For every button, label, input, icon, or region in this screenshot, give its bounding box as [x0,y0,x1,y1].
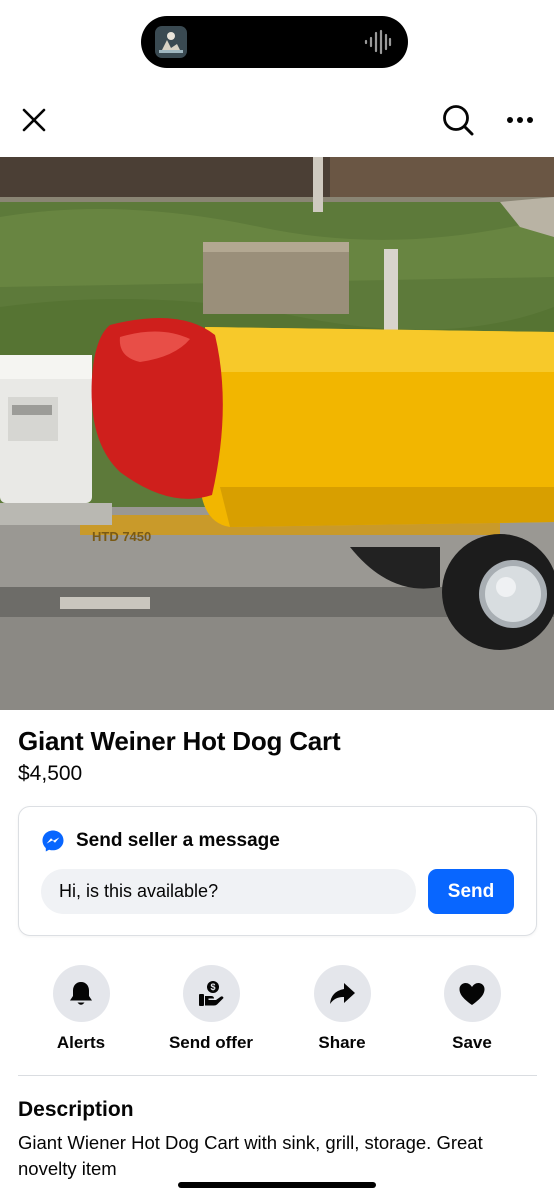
save-circle[interactable] [443,965,501,1022]
alerts-circle[interactable] [52,965,110,1022]
search-button[interactable] [436,98,480,142]
description-heading: Description [18,1098,134,1121]
listing-photo[interactable]: HTD 7450 [0,157,554,710]
message-seller-title: Send seller a message [76,830,280,851]
send-offer-label: Send offer [168,1033,254,1052]
now-playing-artwork [155,26,187,58]
more-dots-icon [507,117,533,123]
dynamic-island[interactable] [141,16,408,68]
share-arrow-icon [330,982,355,1004]
send-offer-button[interactable]: $ Send offer [151,965,271,1053]
listing-price: $4,500 [18,762,83,785]
alerts-button[interactable]: Alerts [21,965,141,1053]
send-offer-circle[interactable]: $ [182,965,240,1022]
heart-icon [459,982,485,1005]
share-button[interactable]: Share [282,965,402,1053]
description-text: Giant Wiener Hot Dog Cart with sink, gri… [18,1132,483,1179]
send-button[interactable]: Send [428,869,514,914]
offer-hand-icon: $ [199,980,224,1006]
message-seller-card: Send seller a message Send [18,806,537,936]
close-button[interactable] [12,98,56,142]
save-label: Save [452,1033,492,1052]
message-input[interactable] [41,869,416,914]
messenger-icon [42,830,64,852]
message-seller-header: Send seller a message [41,829,280,853]
alerts-label: Alerts [56,1033,106,1052]
svg-text:$: $ [210,982,215,992]
trailer-plate-text: HTD 7450 [92,529,151,544]
save-button[interactable]: Save [412,965,532,1053]
audio-waveform-icon [364,29,392,55]
hot-dog-cart-photo: HTD 7450 [0,157,554,710]
section-divider [18,1075,537,1076]
bell-icon [70,981,92,1005]
share-label: Share [318,1033,366,1052]
more-options-button[interactable] [498,98,542,142]
home-indicator[interactable] [178,1182,376,1188]
close-icon [22,108,46,132]
listing-title: Giant Weiner Hot Dog Cart [18,726,341,756]
share-circle[interactable] [313,965,371,1022]
search-icon [443,105,474,136]
